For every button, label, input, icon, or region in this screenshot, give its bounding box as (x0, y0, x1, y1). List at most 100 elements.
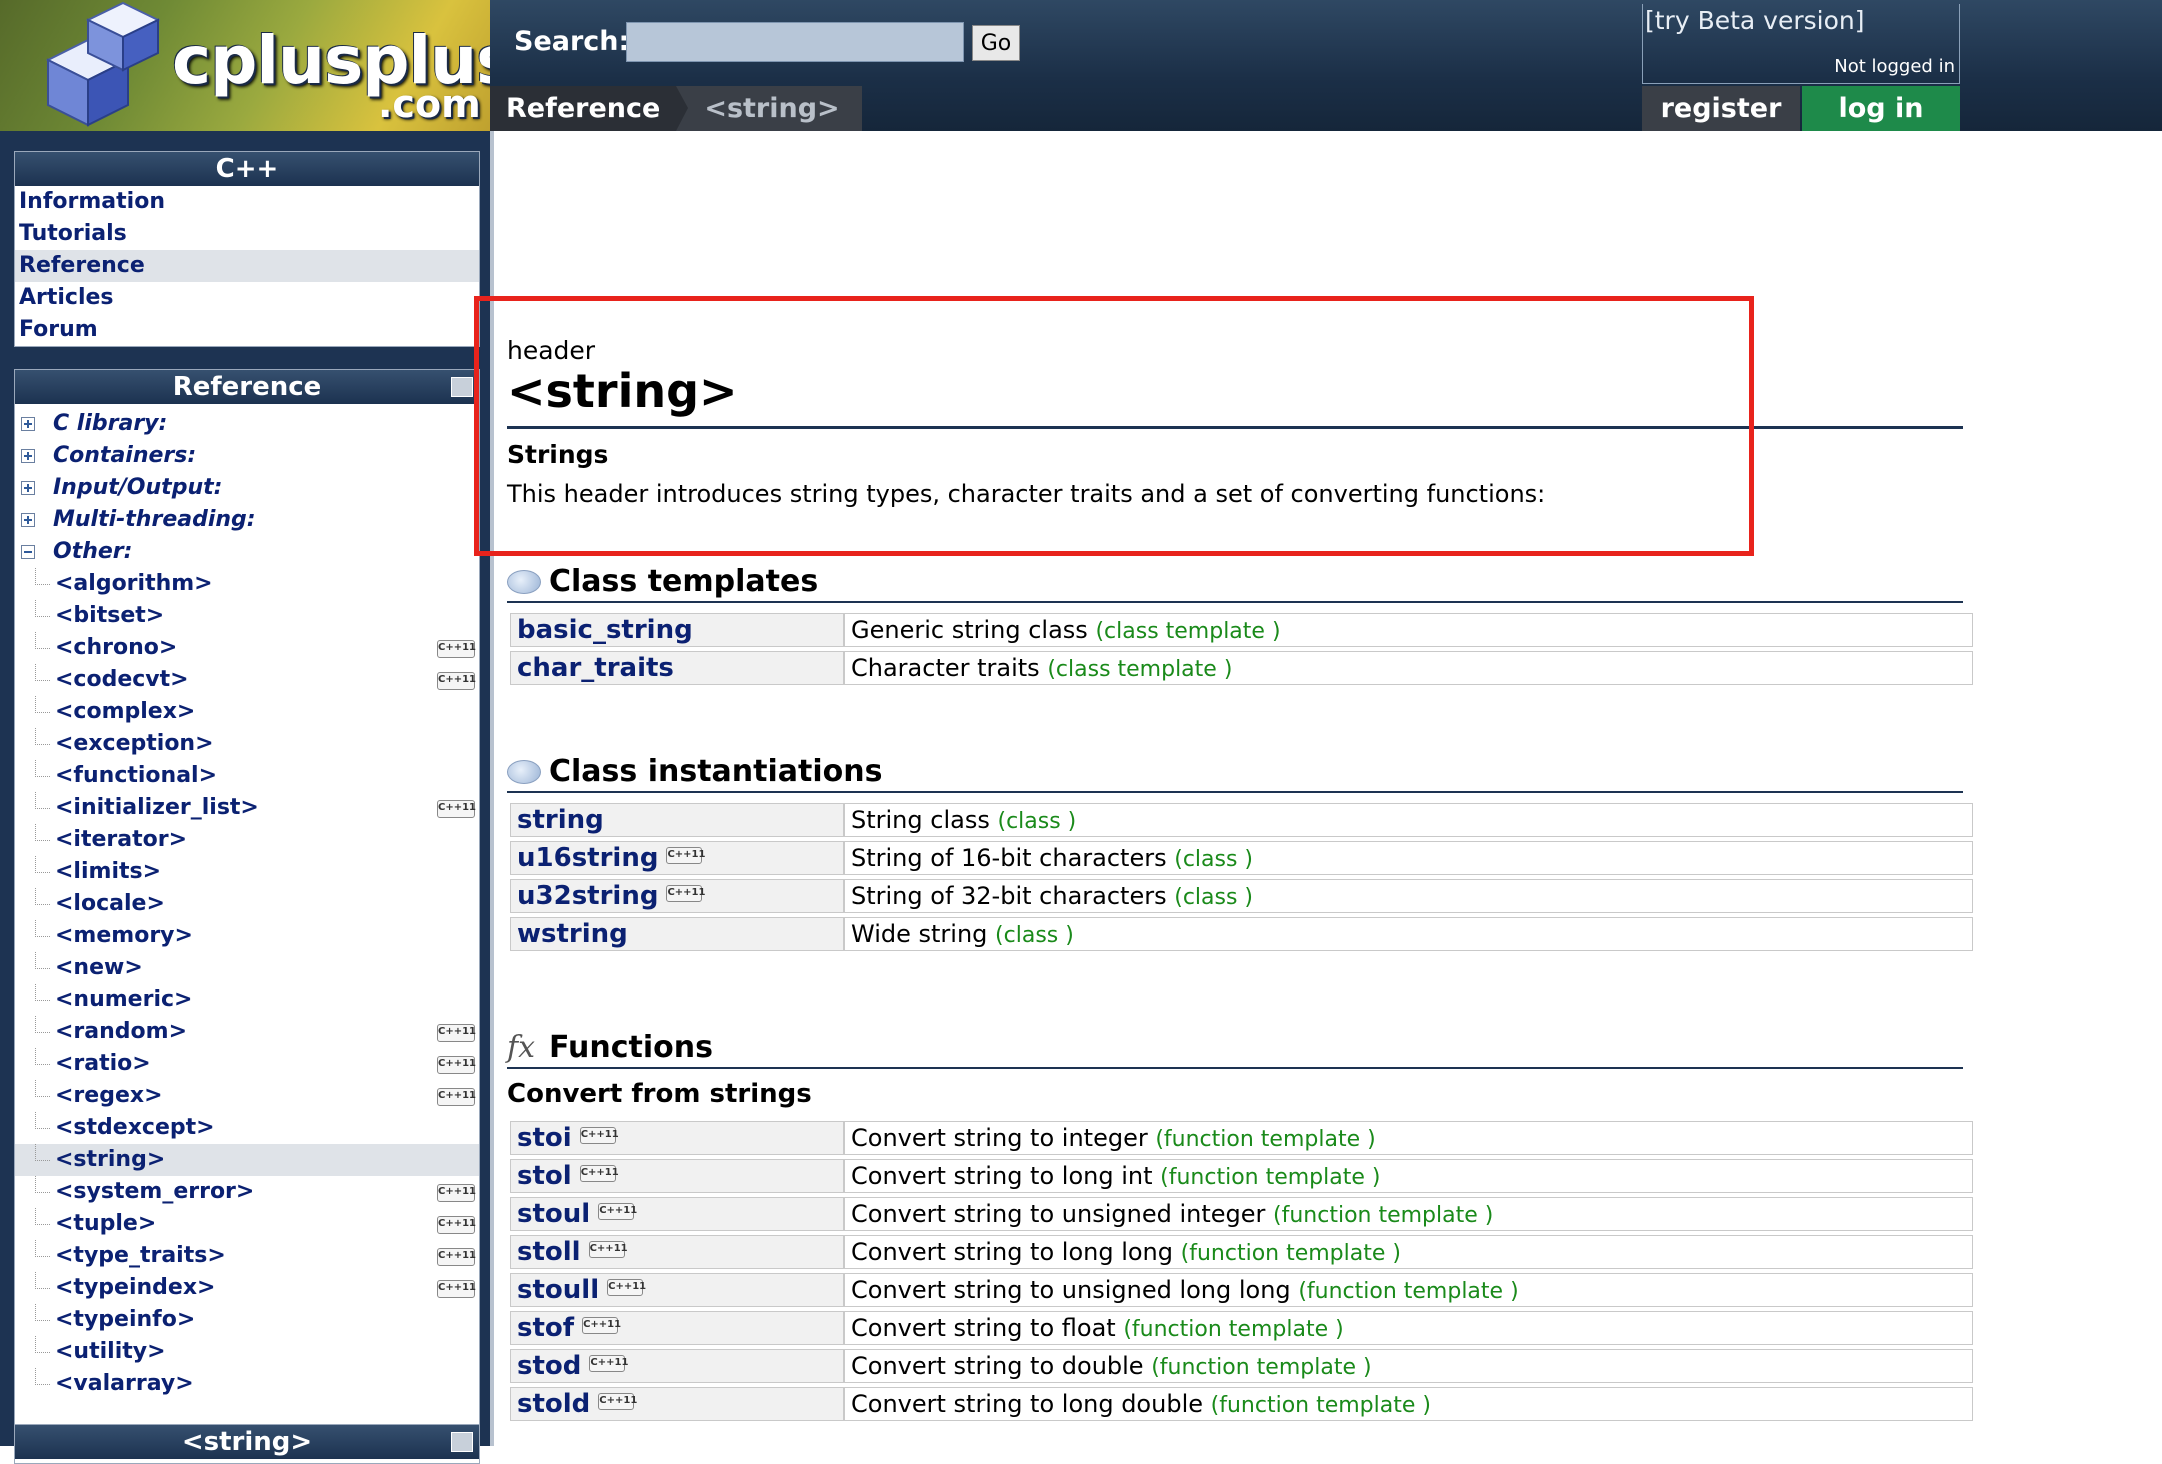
breadcrumb-reference[interactable]: Reference (490, 86, 677, 131)
member-kind: (function template ) (1298, 1279, 1519, 1304)
member-link[interactable]: stold (517, 1389, 590, 1419)
member-description-cell: String of 32-bit characters (class ) (844, 879, 1973, 913)
sidebar-header-item[interactable]: <regex> C++11 (15, 1080, 479, 1112)
cpp11-badge-icon: C++11 (582, 1317, 621, 1334)
member-link[interactable]: stoull (517, 1275, 599, 1305)
search-input[interactable] (626, 22, 964, 62)
expand-icon[interactable] (21, 481, 35, 495)
tree-group-containers[interactable]: Containers: (15, 440, 479, 472)
login-button[interactable]: log in (1802, 86, 1960, 131)
tree-connector-icon (35, 1336, 50, 1353)
sidebar-header-item[interactable]: <bitset> (15, 600, 479, 632)
sidebar-header-label: <typeindex> (55, 1275, 216, 1300)
member-description: Generic string class (851, 616, 1088, 644)
nav-information[interactable]: Information (15, 186, 479, 218)
tree-connector-icon (35, 632, 50, 649)
member-description: String of 32-bit characters (851, 882, 1167, 910)
sidebar-header-item[interactable]: <locale> (15, 888, 479, 920)
sidebar-header-label: <regex> (55, 1083, 163, 1108)
book-icon[interactable] (451, 377, 473, 397)
sidebar-header-label: <complex> (55, 699, 196, 724)
member-link[interactable]: stof (517, 1313, 574, 1343)
site-logo[interactable]: cplusplus .com (0, 0, 490, 131)
reference-nav-panel: Reference C library: Containers: Input/O… (14, 369, 480, 1434)
member-link[interactable]: stol (517, 1161, 572, 1191)
member-link[interactable]: stoll (517, 1237, 581, 1267)
sidebar-header-item[interactable]: <ratio> C++11 (15, 1048, 479, 1080)
sidebar-header-item[interactable]: <system_error> C++11 (15, 1176, 479, 1208)
member-kind: (class ) (997, 809, 1077, 834)
sidebar-header-item[interactable]: <utility> (15, 1336, 479, 1368)
sidebar-header-item[interactable]: <numeric> (15, 984, 479, 1016)
table-row: stoi C++11 Convert string to integer (func… (510, 1121, 1973, 1155)
nav-articles[interactable]: Articles (15, 282, 479, 314)
tree-group-multi-threading[interactable]: Multi-threading: (15, 504, 479, 536)
sidebar-header-item[interactable]: <valarray> (15, 1368, 479, 1400)
member-description-cell: Convert string to integer (function temp… (844, 1121, 1973, 1155)
nav-tutorials[interactable]: Tutorials (15, 218, 479, 250)
table-row: wstring Wide string (class ) (510, 917, 1973, 951)
sidebar-header-item[interactable]: <limits> (15, 856, 479, 888)
tree-group-input-output[interactable]: Input/Output: (15, 472, 479, 504)
sidebar-header-item[interactable]: <complex> (15, 696, 479, 728)
collapse-icon[interactable] (21, 545, 35, 559)
cpp11-badge-icon: C++11 (579, 1127, 619, 1144)
member-name-cell: stof C++11 (510, 1311, 844, 1345)
section-divider (507, 1067, 1963, 1069)
member-link[interactable]: stoul (517, 1199, 590, 1229)
member-name-cell: string (510, 803, 844, 837)
member-link[interactable]: u32string (517, 881, 658, 911)
cpp11-badge-icon: C++11 (437, 1056, 476, 1074)
member-description: Convert string to double (851, 1352, 1144, 1380)
member-link[interactable]: wstring (517, 919, 628, 949)
nav-reference[interactable]: Reference (15, 250, 479, 282)
tree-connector-icon (35, 792, 50, 809)
sidebar-header-item[interactable]: <chrono> C++11 (15, 632, 479, 664)
sidebar-header-item[interactable]: <initializer_list> C++11 (15, 792, 479, 824)
sidebar-header-item[interactable]: <type_traits> C++11 (15, 1240, 479, 1272)
member-description-cell: Convert string to long double (function … (844, 1387, 1973, 1421)
member-description-cell: Character traits (class template ) (844, 651, 1973, 685)
member-description-cell: Convert string to double (function templ… (844, 1349, 1973, 1383)
member-link[interactable]: basic_string (517, 615, 693, 645)
sidebar-header-item[interactable]: <algorithm> (15, 568, 479, 600)
sidebar-header-item[interactable]: <tuple> C++11 (15, 1208, 479, 1240)
nav-forum[interactable]: Forum (15, 314, 479, 346)
sidebar-header-item[interactable]: <exception> (15, 728, 479, 760)
sidebar-header-item[interactable]: <random> C++11 (15, 1016, 479, 1048)
sidebar-header-item[interactable]: <functional> (15, 760, 479, 792)
sidebar-header-item[interactable]: <codecvt> C++11 (15, 664, 479, 696)
sidebar-header-label: <typeinfo> (55, 1307, 196, 1332)
member-link[interactable]: u16string (517, 843, 658, 873)
section-class-instantiations: Class instantiations (507, 754, 882, 789)
tree-group-other[interactable]: Other: (15, 536, 479, 568)
member-name-cell: stold C++11 (510, 1387, 844, 1421)
sidebar-header-item[interactable]: <iterator> (15, 824, 479, 856)
beta-version-link[interactable]: [try Beta version] (1645, 6, 1865, 35)
register-button[interactable]: register (1642, 86, 1800, 131)
book-icon[interactable] (451, 1432, 473, 1452)
member-description-cell: Convert string to unsigned integer (func… (844, 1197, 1973, 1231)
tree-connector-icon (35, 920, 50, 937)
cpp11-badge-icon: C++11 (437, 1024, 476, 1042)
table-row: stoull C++11 Convert string to unsigned lo… (510, 1273, 1973, 1307)
highlight-annotation-box (474, 296, 1754, 556)
member-link[interactable]: stoi (517, 1123, 572, 1153)
sidebar-header-item[interactable]: <typeindex> C++11 (15, 1272, 479, 1304)
member-link[interactable]: string (517, 805, 604, 835)
cpp-nav-panel: C++ Information Tutorials Reference Arti… (14, 151, 480, 347)
expand-icon[interactable] (21, 417, 35, 431)
tree-group-c-library[interactable]: C library: (15, 408, 479, 440)
member-link[interactable]: stod (517, 1351, 581, 1381)
sidebar-header-item[interactable]: <string> (15, 1144, 479, 1176)
sidebar-header-item[interactable]: <stdexcept> (15, 1112, 479, 1144)
member-link[interactable]: char_traits (517, 653, 674, 683)
cpp11-badge-icon: C++11 (437, 1280, 476, 1298)
sidebar: C++ Information Tutorials Reference Arti… (0, 131, 494, 1464)
expand-icon[interactable] (21, 513, 35, 527)
sidebar-header-item[interactable]: <typeinfo> (15, 1304, 479, 1336)
search-go-button[interactable]: Go (972, 25, 1020, 61)
sidebar-header-item[interactable]: <new> (15, 952, 479, 984)
expand-icon[interactable] (21, 449, 35, 463)
sidebar-header-item[interactable]: <memory> (15, 920, 479, 952)
